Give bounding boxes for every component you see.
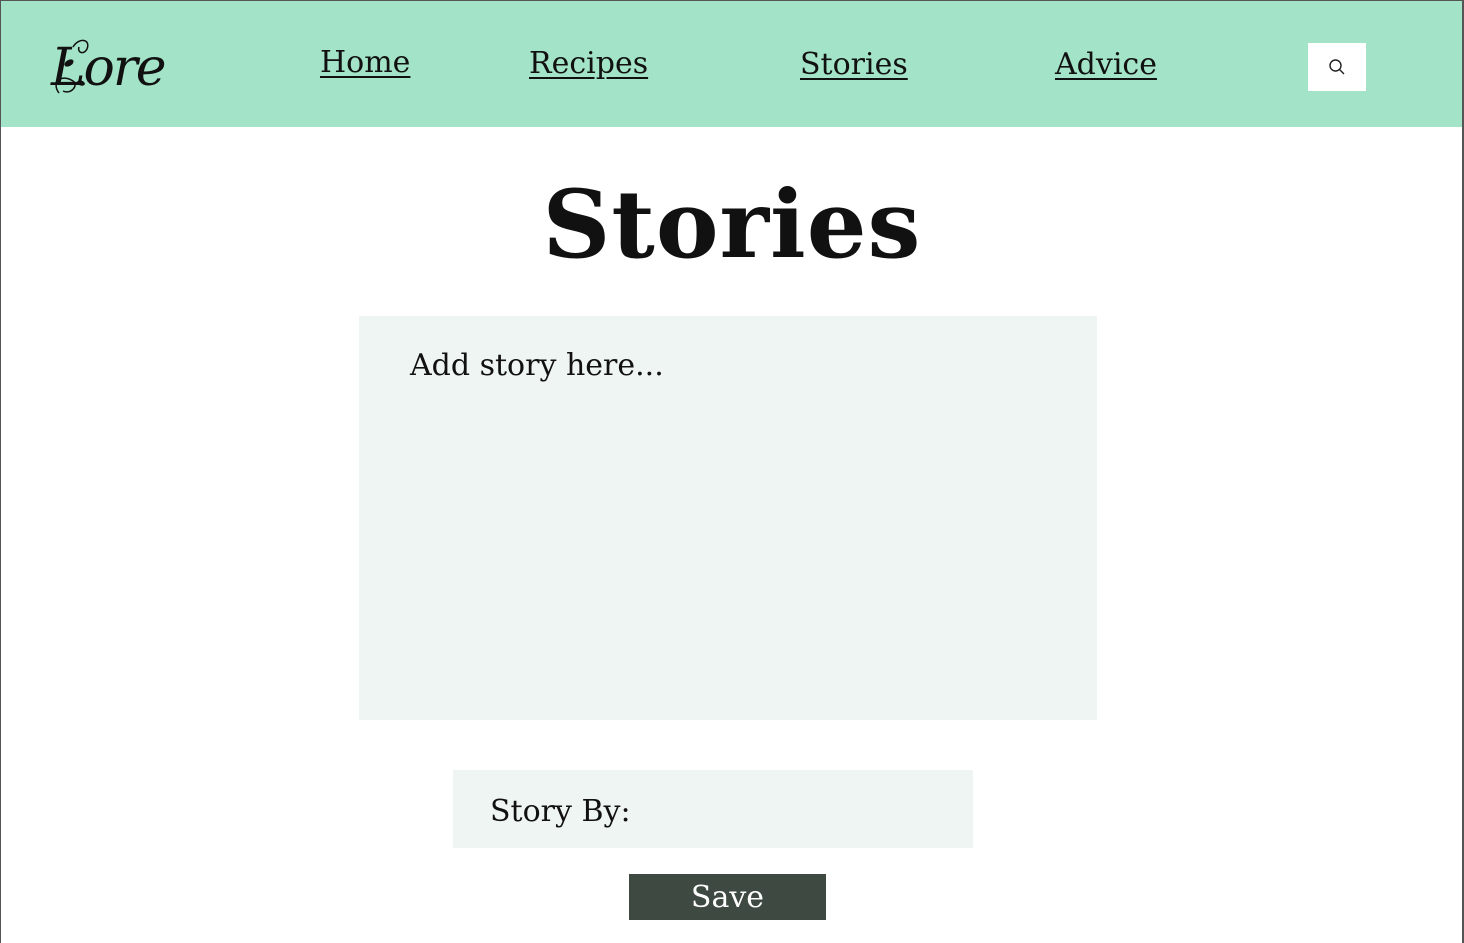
save-button[interactable]: Save [629, 874, 826, 920]
page-title: Stories [542, 170, 922, 280]
story-placeholder: Add story here... [410, 348, 664, 383]
save-button-label: Save [690, 879, 765, 915]
search-button[interactable] [1308, 43, 1366, 91]
site-logo[interactable]: Lore [51, 33, 181, 103]
search-icon [1329, 59, 1345, 75]
logo-flourish-icon [55, 39, 89, 94]
nav-advice[interactable]: Advice [1055, 45, 1157, 85]
nav-stories[interactable]: Stories [800, 45, 908, 85]
nav-home[interactable]: Home [320, 43, 410, 83]
nav-recipes[interactable]: Recipes [529, 44, 648, 84]
site-header: Lore Home Recipes Stories Advice [1, 1, 1462, 127]
story-by-label: Story By: [490, 794, 631, 829]
